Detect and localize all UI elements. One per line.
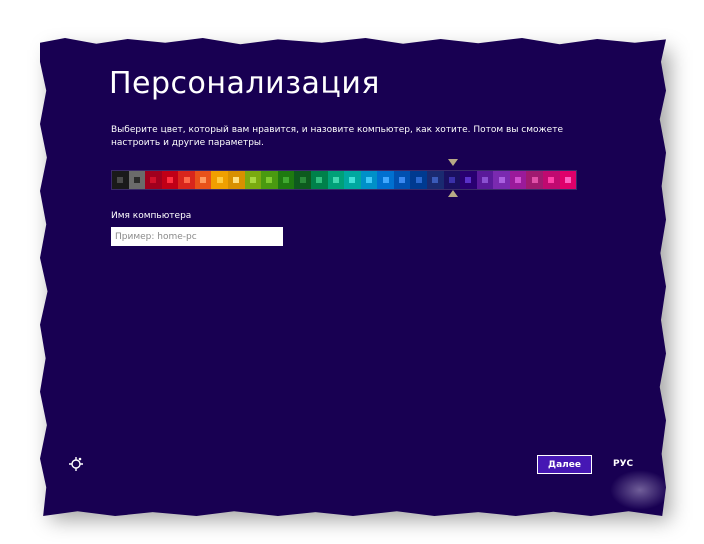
color-swatch-accent [332, 177, 339, 183]
selected-color-marker-top [448, 159, 458, 166]
color-swatch[interactable] [443, 171, 461, 189]
color-swatch[interactable] [460, 171, 477, 189]
color-swatch[interactable] [128, 171, 146, 189]
color-swatch-accent [117, 177, 124, 183]
color-swatch[interactable] [161, 171, 179, 189]
color-swatch[interactable] [509, 171, 527, 189]
color-swatch[interactable] [393, 171, 411, 189]
color-swatch[interactable] [211, 171, 229, 189]
color-swatch[interactable] [277, 171, 295, 189]
color-swatch[interactable] [294, 171, 311, 189]
color-swatch-accent [498, 177, 505, 183]
color-swatch-accent [432, 177, 439, 183]
color-swatch-accent [283, 177, 290, 183]
language-indicator[interactable]: РУС [613, 459, 633, 469]
color-swatch[interactable] [543, 171, 560, 189]
computer-name-label: Имя компьютера [111, 211, 192, 221]
color-swatch[interactable] [559, 171, 577, 189]
page-description: Выберите цвет, который вам нравится, и н… [111, 125, 563, 148]
color-swatch[interactable] [228, 171, 245, 189]
color-swatch[interactable] [145, 171, 162, 189]
color-swatch-accent [564, 177, 571, 183]
color-swatch-accent [216, 177, 223, 183]
color-swatch-accent [465, 177, 472, 183]
color-swatch[interactable] [112, 171, 129, 189]
color-swatch-accent [548, 177, 555, 183]
color-swatch-accent [448, 177, 455, 183]
color-swatch-accent [415, 177, 422, 183]
color-swatch-accent [515, 177, 522, 183]
color-swatch-accent [382, 177, 389, 183]
color-swatch[interactable] [344, 171, 361, 189]
color-swatch[interactable] [476, 171, 494, 189]
color-swatch[interactable] [526, 171, 544, 189]
next-button[interactable]: Далее [537, 455, 592, 474]
color-swatch-accent [266, 177, 273, 183]
color-swatch-accent [299, 177, 306, 183]
cursor-glow [610, 470, 666, 510]
computer-name-input[interactable] [111, 227, 283, 246]
color-swatch-accent [150, 177, 157, 183]
color-swatch[interactable] [410, 171, 427, 189]
color-swatch-accent [249, 177, 256, 183]
setup-screen: Персонализация Выберите цвет, который ва… [40, 38, 666, 516]
color-swatch-accent [349, 177, 356, 183]
color-swatch[interactable] [493, 171, 510, 189]
color-swatch[interactable] [310, 171, 328, 189]
color-swatch-accent [399, 177, 406, 183]
color-swatch[interactable] [426, 171, 444, 189]
color-swatch-accent [365, 177, 372, 183]
color-swatch[interactable] [178, 171, 195, 189]
color-swatch-accent [183, 177, 190, 183]
color-swatch[interactable] [194, 171, 212, 189]
color-swatch-accent [233, 177, 240, 183]
accessibility-icon[interactable] [68, 456, 84, 472]
color-swatch-accent [200, 177, 207, 183]
color-palette[interactable] [111, 170, 577, 190]
color-swatch[interactable] [327, 171, 345, 189]
selected-color-marker-bottom[interactable] [448, 190, 458, 197]
color-swatch[interactable] [244, 171, 262, 189]
page-title: Персонализация [109, 66, 380, 101]
color-swatch-accent [531, 177, 538, 183]
color-swatch-accent [316, 177, 323, 183]
color-swatch-accent [167, 177, 174, 183]
color-swatch[interactable] [360, 171, 378, 189]
color-swatch[interactable] [377, 171, 394, 189]
color-swatch[interactable] [261, 171, 278, 189]
color-swatch-accent [133, 177, 140, 183]
color-swatch-accent [482, 177, 488, 183]
